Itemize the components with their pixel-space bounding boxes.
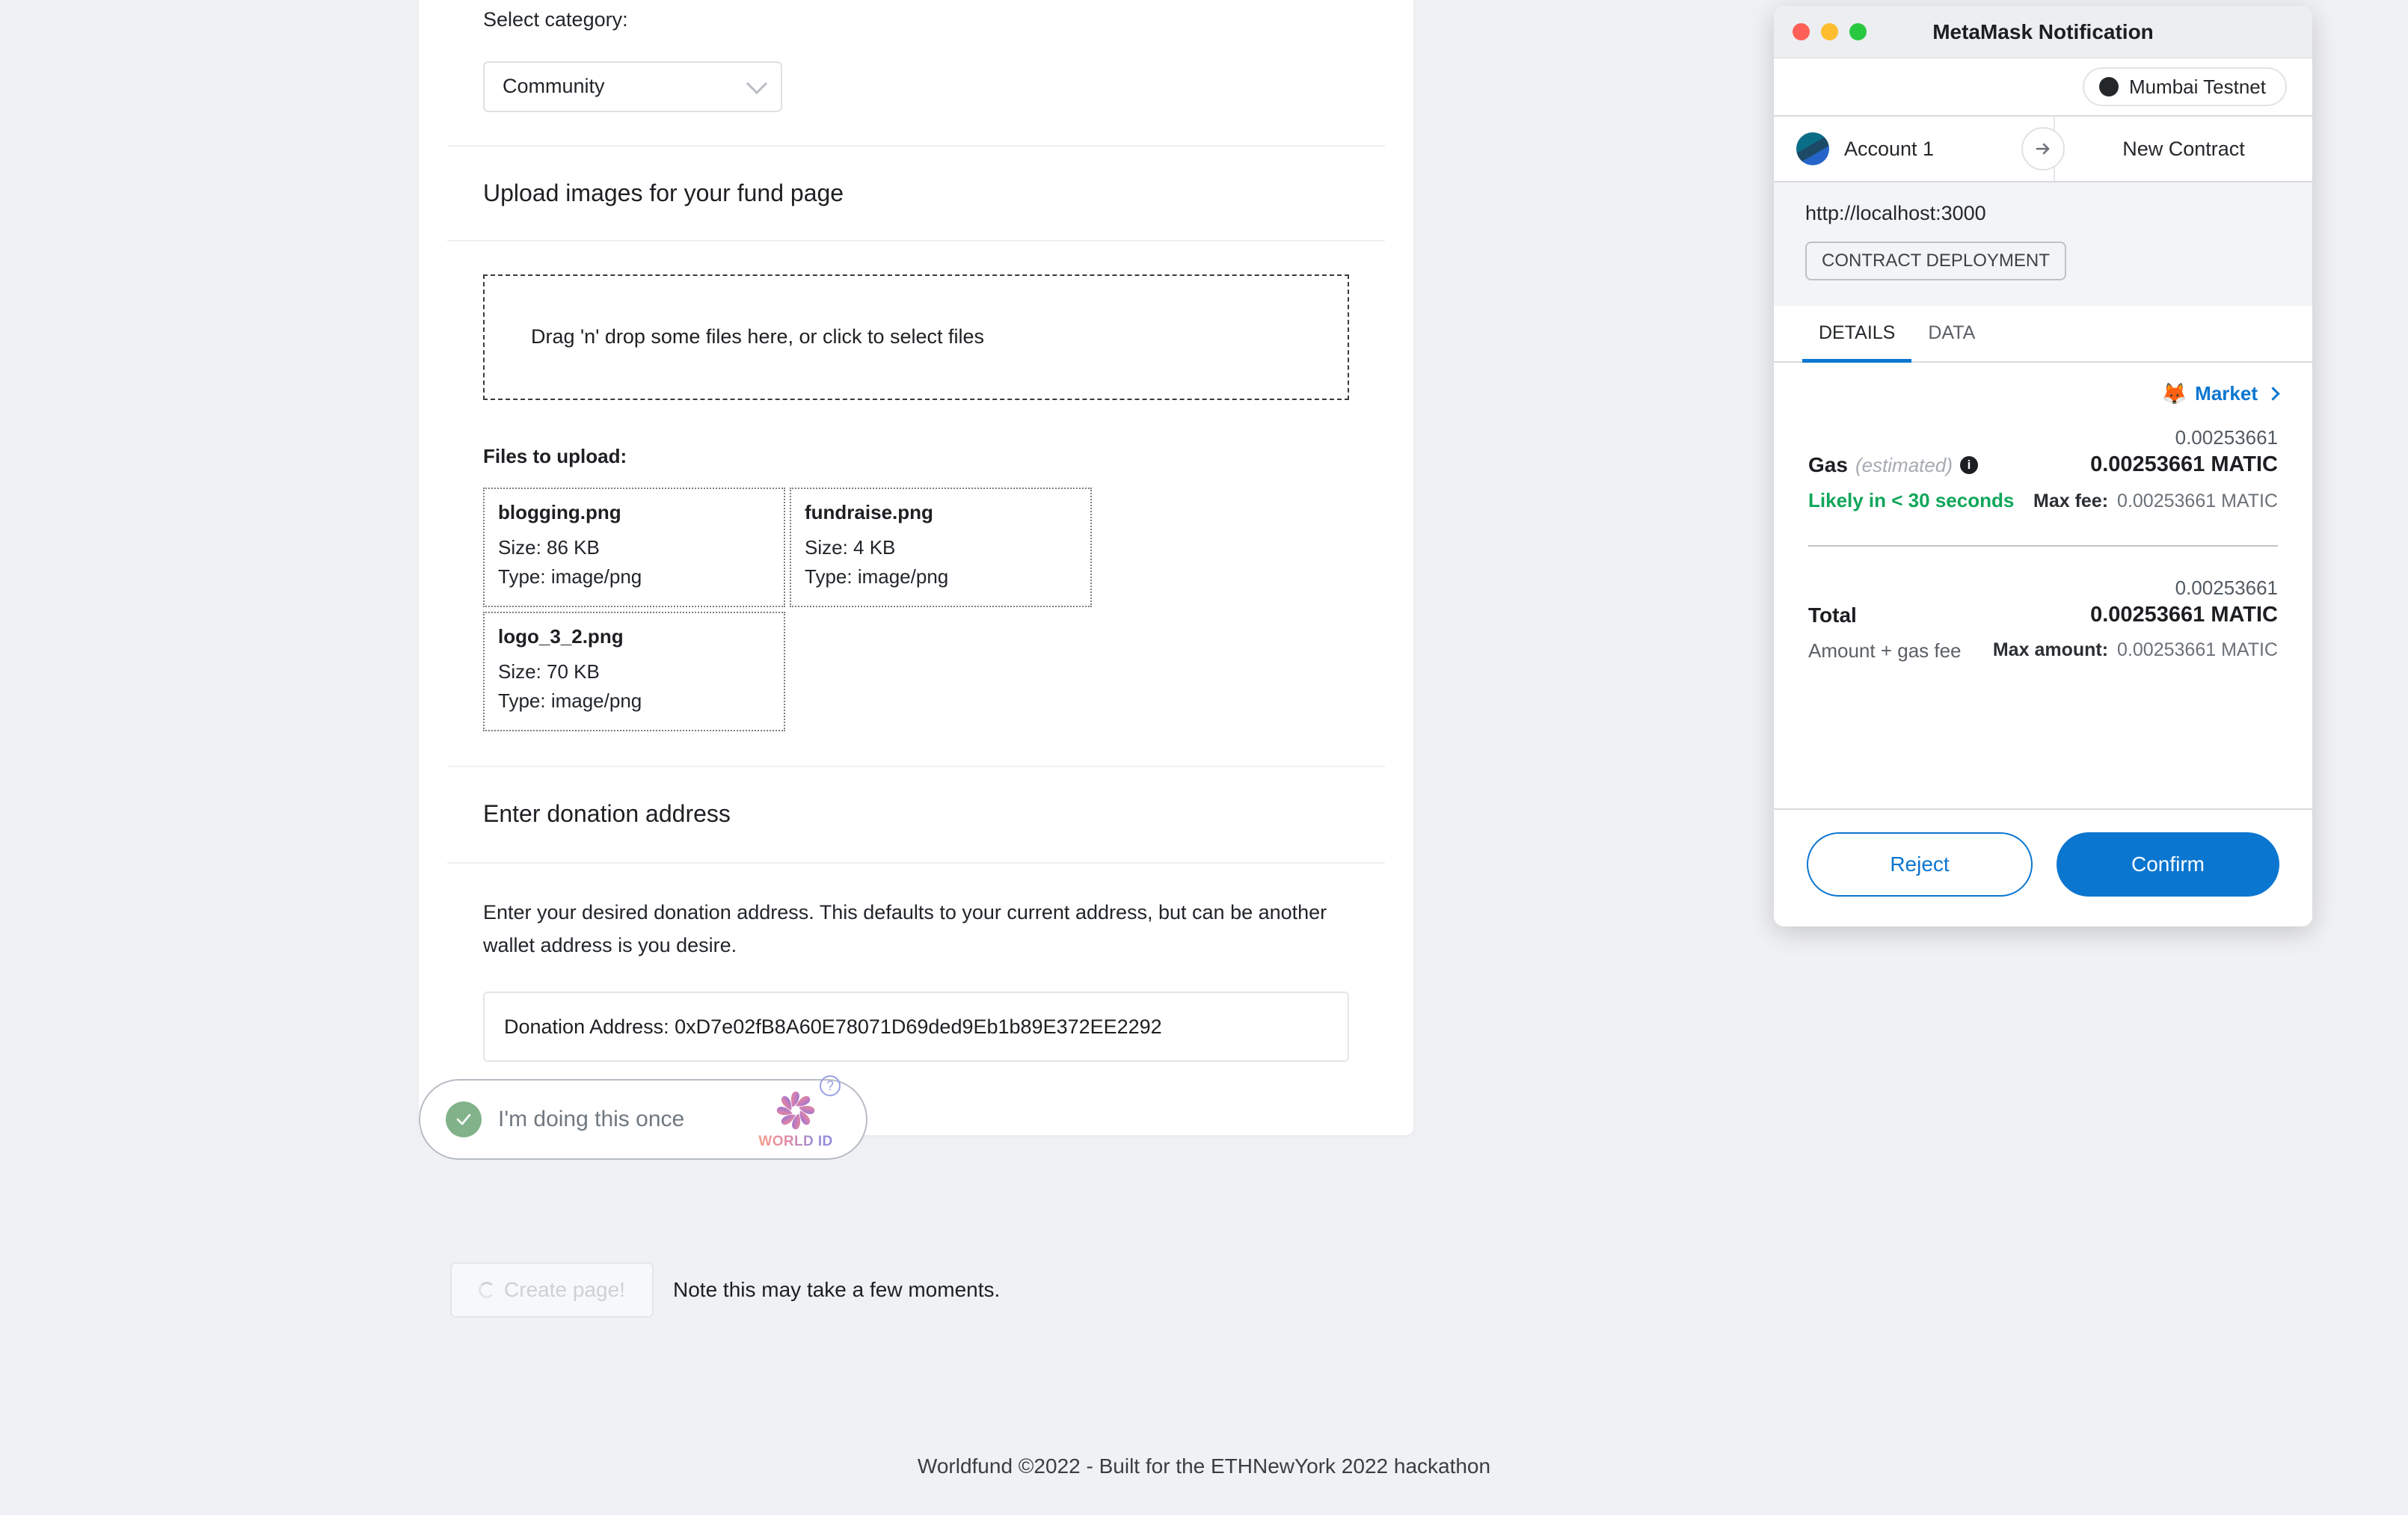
window-titlebar: MetaMask Notification — [1774, 6, 2312, 58]
worldid-row: I'm doing this once WORLD ID ? — [419, 1075, 867, 1160]
total-max-amount-label: Max amount: — [1992, 639, 2109, 660]
upload-section-title: Upload images for your fund page — [483, 179, 844, 206]
section-divider — [1808, 545, 2278, 547]
detail-tabs: DETAILS DATA — [1774, 306, 2312, 363]
confirm-button[interactable]: Confirm — [2057, 832, 2279, 897]
list-item: blogging.png Size: 86 KB Type: image/png — [483, 487, 785, 607]
file-type: Type: image/png — [805, 565, 949, 589]
help-icon[interactable]: ? — [820, 1075, 841, 1096]
to-account[interactable]: New Contract — [2054, 117, 2312, 181]
create-page-button-label: Create page! — [504, 1278, 625, 1301]
accounts-bar: Account 1 New Contract — [1774, 117, 2312, 182]
list-item: logo_3_2.png Size: 70 KB Type: image/png — [483, 611, 785, 731]
network-name: Mumbai Testnet — [2128, 75, 2266, 98]
file-name: blogging.png — [498, 500, 621, 523]
gas-speed-estimate: Likely in < 30 seconds — [1808, 489, 2015, 511]
form-inner-panel: Select category: Community Upload images… — [447, 0, 1385, 1098]
chevron-down-icon — [746, 73, 768, 94]
fox-emoji-icon: 🦊 — [2161, 381, 2188, 405]
tab-details[interactable]: DETAILS — [1802, 306, 1912, 363]
total-fiat-value: 0.00253661 — [2175, 577, 2278, 599]
total-block: 0.00253661 Total 0.00253661 MATIC Amount… — [1808, 577, 2278, 663]
origin-block: http://localhost:3000 CONTRACT DEPLOYMEN… — [1774, 182, 2312, 306]
to-account-name: New Contract — [2122, 137, 2245, 160]
reject-button[interactable]: Reject — [1807, 832, 2033, 897]
window-title: MetaMask Notification — [1932, 19, 2154, 43]
file-name: fundraise.png — [805, 500, 933, 523]
world-id-logo-icon: WORLD ID ? — [754, 1075, 841, 1152]
file-size: Size: 4 KB — [805, 535, 896, 559]
network-selector[interactable]: Mumbai Testnet — [2082, 67, 2287, 106]
file-size: Size: 86 KB — [498, 535, 600, 559]
section-upload-heading: Upload images for your fund page — [447, 147, 1385, 242]
total-amount: 0.00253661 MATIC — [2090, 603, 2278, 627]
file-type: Type: image/png — [498, 689, 642, 713]
network-dot-icon — [2098, 77, 2119, 96]
list-item: fundraise.png Size: 4 KB Type: image/png — [790, 487, 1092, 607]
total-max-amount-value: 0.00253661 MATIC — [2117, 639, 2278, 660]
select-category-label: Select category: — [483, 8, 628, 31]
worldid-verify-widget[interactable]: I'm doing this once WORLD ID ? — [419, 1075, 867, 1160]
gas-fee-block: 0.00253661 Gas (estimated) i 0.00253661 … — [1808, 426, 2278, 512]
gas-estimated-text: (estimated) — [1855, 453, 1953, 476]
donation-address-input[interactable]: Donation Address: 0xD7e02fB8A60E78071D69… — [483, 992, 1349, 1063]
donation-section-title: Enter donation address — [483, 799, 731, 827]
gas-max-fee: Max fee: 0.00253661 MATIC — [2033, 491, 2278, 512]
market-label: Market — [2195, 382, 2258, 405]
section-donation-heading: Enter donation address — [447, 767, 1385, 864]
gas-label: Gas (estimated) i — [1808, 453, 1978, 477]
section-donation-body: Enter your desired donation address. Thi… — [447, 864, 1385, 1098]
chevron-right-icon — [2266, 387, 2280, 401]
total-label: Total — [1808, 603, 1857, 627]
action-buttons: Reject Confirm — [1774, 808, 2312, 926]
category-select-value: Community — [503, 75, 605, 98]
arrow-right-icon — [2021, 127, 2065, 170]
donation-description: Enter your desired donation address. Thi… — [483, 900, 1327, 956]
file-type: Type: image/png — [498, 565, 642, 589]
category-select[interactable]: Community — [483, 61, 782, 112]
worldid-wordmark: WORLD ID — [758, 1134, 833, 1149]
create-fund-form-card: Select category: Community Upload images… — [419, 0, 1413, 1136]
dropzone-text: Drag 'n' drop some files here, or click … — [531, 325, 985, 348]
worldid-label: I'm doing this once — [498, 1107, 685, 1131]
section-upload-body: Drag 'n' drop some files here, or click … — [447, 242, 1385, 767]
gas-amount: 0.00253661 MATIC — [2090, 452, 2278, 476]
check-circle-icon — [446, 1101, 482, 1137]
file-name: logo_3_2.png — [498, 624, 624, 648]
from-account[interactable]: Account 1 — [1774, 132, 2054, 165]
details-panel: 🦊 Market 0.00253661 Gas (estimated) i 0.… — [1774, 363, 2312, 808]
create-page-button[interactable]: Create page! — [450, 1262, 654, 1318]
account-blockie-avatar — [1796, 132, 1829, 165]
files-to-upload-label: Files to upload: — [483, 444, 627, 467]
tab-data[interactable]: DATA — [1911, 306, 1991, 363]
page-footer: Worldfund ©2022 - Built for the ETHNewYo… — [917, 1454, 1491, 1478]
gas-fiat-value: 0.00253661 — [2175, 426, 2278, 449]
gas-label-text: Gas — [1808, 453, 1848, 476]
transaction-type-badge: CONTRACT DEPLOYMENT — [1805, 242, 2066, 280]
info-icon[interactable]: i — [1959, 456, 1978, 474]
from-account-name: Account 1 — [1844, 137, 1935, 160]
origin-url: http://localhost:3000 — [1805, 202, 1986, 224]
submit-row: Create page! Note this may take a few mo… — [419, 1219, 1000, 1318]
total-max-amount: Max amount: 0.00253661 MATIC — [1993, 639, 2278, 663]
spinner-icon — [479, 1282, 496, 1298]
file-list: blogging.png Size: 86 KB Type: image/png… — [483, 487, 1349, 731]
file-dropzone[interactable]: Drag 'n' drop some files here, or click … — [483, 274, 1349, 400]
submit-note: Note this may take a few moments. — [673, 1278, 1001, 1301]
network-bar: Mumbai Testnet — [1774, 58, 2312, 117]
gas-max-fee-label: Max fee: — [2033, 491, 2109, 511]
total-note: Amount + gas fee — [1808, 639, 1962, 662]
section-select-category: Select category: Community — [447, 0, 1385, 147]
gas-market-selector[interactable]: 🦊 Market — [1808, 381, 2280, 405]
gas-max-fee-value: 0.00253661 MATIC — [2117, 491, 2278, 511]
metamask-notification-window: MetaMask Notification Mumbai Testnet Acc… — [1774, 6, 2312, 926]
file-size: Size: 70 KB — [498, 660, 600, 683]
